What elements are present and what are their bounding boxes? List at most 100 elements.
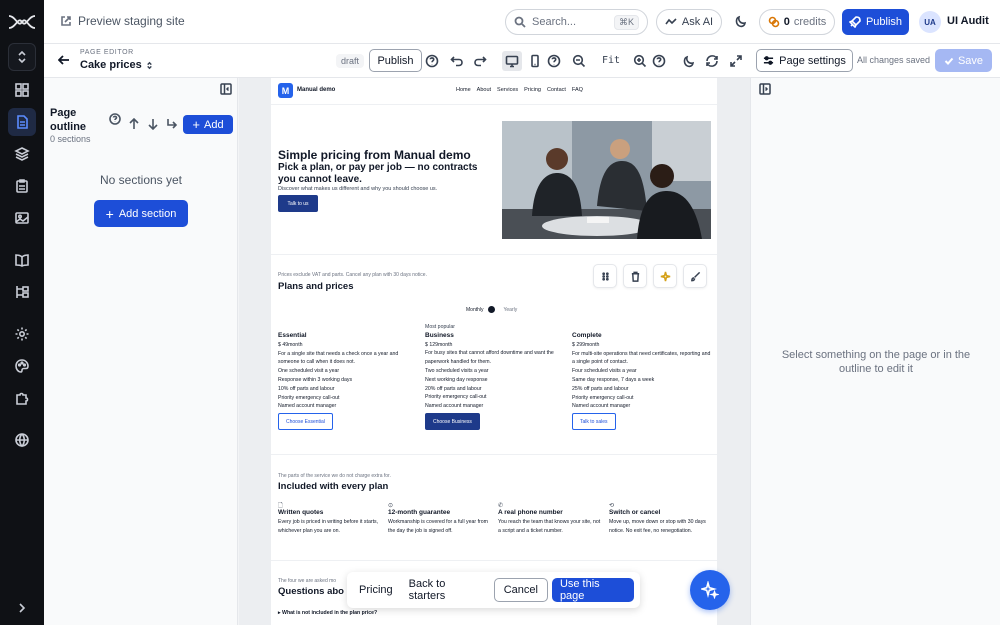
plan-card-complete[interactable]: Complete $ 299month For multi-site opera… [572, 332, 714, 431]
nav-dashboard[interactable] [8, 76, 36, 104]
fullscreen-button[interactable] [728, 53, 744, 69]
pricing-link[interactable]: Pricing [353, 584, 399, 596]
site-nav-link[interactable]: FAQ [572, 87, 583, 93]
drag-handle[interactable] [593, 264, 617, 288]
app-logo[interactable] [6, 10, 38, 34]
included-title[interactable]: Included with every plan [278, 481, 388, 492]
zoom-out-button[interactable] [571, 53, 587, 69]
nav-theme[interactable] [8, 352, 36, 380]
ask-ai-button[interactable]: Ask AI [656, 9, 722, 35]
outline-help-button[interactable] [109, 113, 121, 128]
collapse-inspector-button[interactable] [759, 83, 771, 95]
add-button[interactable]: + Add [183, 115, 233, 134]
nav-structure[interactable] [8, 278, 36, 306]
plan-feature: 25% off parts and labour [572, 385, 629, 392]
avatar[interactable]: UA [919, 11, 941, 33]
inspector-panel: Select something on the page or in the o… [750, 78, 1000, 625]
feature-guarantee[interactable]: ⊙ 12-month guarantee Workmanship is cove… [388, 502, 494, 535]
rail-expand[interactable] [8, 594, 36, 622]
billing-toggle[interactable]: Monthly Yearly [466, 306, 517, 313]
hero-image[interactable] [502, 121, 711, 239]
feature-switch[interactable]: ⟲ Switch or cancel Move up, move down or… [609, 502, 715, 535]
toggle-indicator[interactable] [487, 306, 495, 313]
faq-title[interactable]: Questions abo [278, 586, 344, 597]
move-down-button[interactable] [147, 118, 159, 133]
site-nav-link[interactable]: Services [497, 87, 518, 93]
page-settings-button[interactable]: Page settings [756, 49, 853, 72]
nav-settings[interactable] [8, 320, 36, 348]
choose-essential-button[interactable]: Choose Essential [278, 413, 333, 431]
credits-badge[interactable]: 0 credits [759, 9, 835, 35]
page-selector[interactable]: Cake prices [80, 59, 154, 71]
expand-icon [730, 55, 742, 67]
refresh-button[interactable] [704, 53, 720, 69]
save-button[interactable]: Save [935, 49, 992, 72]
publish-label: Publish [865, 16, 903, 28]
plan-card-business[interactable]: Most popular Business $ 129month For bus… [425, 323, 567, 430]
workspace-switcher[interactable] [8, 43, 36, 71]
plan-feature: Named account manager [278, 403, 337, 410]
indent-button[interactable] [166, 118, 178, 133]
pricing-note[interactable]: Prices exclude VAT and parts. Cancel any… [278, 272, 427, 278]
sidebar-icon [220, 83, 232, 95]
preview-staging-link[interactable]: Preview staging site [60, 14, 185, 28]
zoom-level[interactable]: Fit [602, 55, 620, 66]
included-note[interactable]: The parts of the service we do not charg… [278, 473, 391, 479]
hero-subtitle[interactable]: Pick a plan, or pay per job — no contrac… [278, 162, 488, 186]
hero-cta-button[interactable]: Talk to us [278, 195, 318, 212]
desktop-view-button[interactable] [502, 51, 522, 71]
style-block-button[interactable] [683, 264, 707, 288]
ai-assistant-button[interactable] [690, 570, 730, 610]
page-preview: M Manual demo Home About Services Pricin… [271, 78, 717, 625]
move-up-button[interactable] [128, 117, 140, 133]
plan-card-essential[interactable]: Essential $ 49month For a single site th… [278, 332, 420, 431]
site-header[interactable]: M Manual demo Home About Services Pricin… [271, 78, 717, 105]
site-nav-link[interactable]: Pricing [524, 87, 541, 93]
site-nav-link[interactable]: Home [456, 87, 471, 93]
nav-integrations[interactable] [8, 384, 36, 412]
collapse-outline-button[interactable] [220, 83, 232, 95]
nav-domains[interactable] [8, 426, 36, 454]
publish-page-button[interactable]: Publish [369, 49, 422, 72]
nav-forms[interactable] [8, 172, 36, 200]
nav-media[interactable] [8, 204, 36, 232]
feature-phone[interactable]: ✆ A real phone number You reach the team… [498, 502, 604, 535]
back-to-starters-link[interactable]: Back to starters [403, 578, 490, 602]
viewport-help-button[interactable] [546, 53, 562, 69]
search-box[interactable]: Search... ⌘K [505, 9, 648, 35]
hero-title[interactable]: Simple pricing from Manual demo [278, 148, 493, 162]
back-button[interactable] [57, 54, 70, 69]
site-name: Manual demo [297, 87, 336, 93]
redo-button[interactable] [472, 53, 488, 69]
hero-description[interactable]: Discover what makes us different and why… [278, 186, 437, 192]
faq-question[interactable]: ▸ What is not included in the plan price… [278, 610, 377, 616]
mobile-view-button[interactable] [527, 53, 543, 69]
talk-to-sales-button[interactable]: Talk to sales [572, 413, 616, 431]
nav-docs[interactable] [8, 246, 36, 274]
undo-button[interactable] [449, 53, 465, 69]
nav-pages[interactable] [8, 108, 36, 136]
zoom-in-button[interactable] [632, 53, 648, 69]
use-this-page-button[interactable]: Use this page [551, 578, 634, 602]
ai-edit-block-button[interactable] [653, 264, 677, 288]
site-nav-link[interactable]: Contact [547, 87, 566, 93]
publish-site-button[interactable]: Publish [842, 9, 909, 35]
faq-note[interactable]: The four we are asked mo [278, 578, 336, 584]
cancel-button[interactable]: Cancel [493, 578, 548, 602]
site-nav-link[interactable]: About [477, 87, 491, 93]
toggle-yearly[interactable]: Yearly [504, 307, 518, 313]
feature-written-quotes[interactable]: 🗋 Written quotes Every job is priced in … [278, 502, 384, 535]
help-button[interactable] [424, 53, 440, 69]
choose-business-button[interactable]: Choose Business [425, 412, 480, 430]
pricing-title[interactable]: Plans and prices [278, 281, 354, 292]
zoom-help-button[interactable] [651, 53, 667, 69]
delete-block-button[interactable] [623, 264, 647, 288]
user-name[interactable]: UI Audit [947, 15, 989, 27]
preview-dark-toggle[interactable] [681, 53, 697, 69]
nav-layers[interactable] [8, 140, 36, 168]
theme-toggle[interactable] [734, 14, 750, 30]
toggle-monthly[interactable]: Monthly [466, 307, 484, 313]
document-icon: 🗋 [278, 503, 283, 509]
add-section-button[interactable]: + Add section [94, 200, 188, 227]
block-toolbar [593, 264, 707, 288]
